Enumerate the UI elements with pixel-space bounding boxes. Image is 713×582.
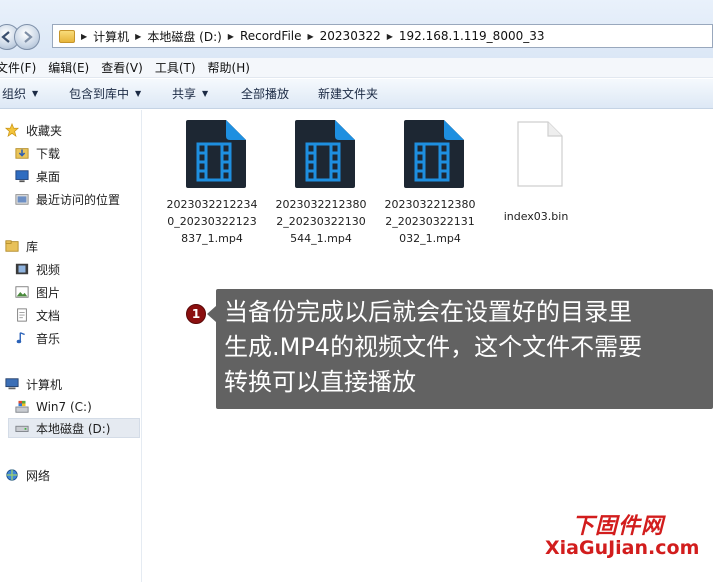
forward-arrow-icon — [24, 31, 33, 43]
chevron-right-icon: ▶ — [135, 31, 142, 41]
nav-music[interactable]: 音乐 — [14, 328, 60, 348]
video-file-icon — [269, 118, 373, 190]
blank-file-icon — [484, 118, 588, 190]
breadcrumb-computer[interactable]: ▶ 计算机 — [75, 25, 129, 47]
desktop-icon — [14, 169, 30, 183]
nav-favorites[interactable]: 收藏夹 — [4, 120, 62, 140]
chevron-right-icon: ▶ — [386, 31, 393, 41]
file-item[interactable]: index03.bin — [484, 118, 588, 225]
video-file-icon — [160, 118, 264, 190]
organize-button[interactable]: 组织 ▼ — [2, 85, 38, 102]
breadcrumb-device[interactable]: ▶ 192.168.1.119_8000_33 — [381, 25, 545, 47]
nav-desktop[interactable]: 桌面 — [14, 166, 60, 186]
nav-libraries[interactable]: 库 — [4, 236, 38, 256]
chevron-right-icon: ▶ — [307, 31, 314, 41]
share-button[interactable]: 共享 ▼ — [172, 85, 208, 102]
chevron-right-icon: ▶ — [227, 31, 234, 41]
nav-network[interactable]: 网络 — [4, 465, 50, 485]
file-name: 2023032212234 0_20230322123 837_1.mp4 — [166, 198, 258, 245]
menu-edit[interactable]: 编辑(E) — [48, 59, 89, 76]
callout-pointer — [207, 306, 216, 322]
star-icon — [4, 122, 20, 137]
file-item[interactable]: 2023032212234 0_20230322123 837_1.mp4 — [160, 118, 264, 247]
document-library-icon — [14, 308, 30, 322]
nav-pictures[interactable]: 图片 — [14, 282, 60, 302]
menu-bar: 文件(F) 编辑(E) 查看(V) 工具(T) 帮助(H) — [0, 58, 713, 78]
nav-downloads[interactable]: 下载 — [14, 143, 60, 163]
nav-videos[interactable]: 视频 — [14, 259, 60, 279]
file-item[interactable]: 2023032212380 2_20230322130 544_1.mp4 — [269, 118, 373, 247]
command-bar: 组织 ▼ 包含到库中 ▼ 共享 ▼ 全部播放 新建文件夹 — [0, 79, 713, 109]
file-item[interactable]: 2023032212380 2_20230322131 032_1.mp4 — [378, 118, 482, 247]
computer-icon — [4, 377, 20, 391]
dropdown-arrow-icon: ▼ — [202, 89, 209, 98]
folder-icon — [59, 29, 75, 43]
video-library-icon — [14, 262, 30, 276]
menu-file[interactable]: 文件(F) — [0, 59, 36, 76]
recent-places-icon — [14, 192, 30, 206]
nav-recent-places[interactable]: 最近访问的位置 — [14, 189, 120, 209]
annotation-callout: 当备份完成以后就会在设置好的目录里 生成.MP4的视频文件，这个文件不需要 转换… — [216, 289, 713, 409]
hard-drive-icon — [14, 421, 30, 435]
forward-button[interactable] — [14, 24, 40, 50]
file-name: 2023032212380 2_20230322130 544_1.mp4 — [275, 198, 367, 245]
network-icon — [4, 468, 20, 482]
nav-computer[interactable]: 计算机 — [4, 374, 62, 394]
breadcrumb-date[interactable]: ▶ 20230322 — [302, 25, 381, 47]
dropdown-arrow-icon: ▼ — [32, 89, 39, 98]
play-all-button[interactable]: 全部播放 — [241, 85, 289, 102]
menu-help[interactable]: 帮助(H) — [208, 59, 250, 76]
address-bar[interactable]: ▶ 计算机 ▶ 本地磁盘 (D:) ▶ RecordFile ▶ 20230322 ▶ 1… — [52, 24, 713, 48]
picture-library-icon — [14, 285, 30, 299]
watermark-logo-text: 下固件网 — [572, 514, 665, 539]
step-number-badge: 1 — [186, 304, 206, 324]
chevron-right-icon: ▶ — [81, 31, 88, 41]
back-arrow-icon — [1, 31, 10, 43]
file-name: index03.bin — [503, 210, 569, 223]
library-icon — [4, 239, 20, 253]
breadcrumb-local-disk[interactable]: ▶ 本地磁盘 (D:) — [129, 25, 222, 47]
menu-view[interactable]: 查看(V) — [101, 59, 143, 76]
dropdown-arrow-icon: ▼ — [135, 89, 142, 98]
navigation-pane: 收藏夹 下载 桌面 最近访问的位置 库 视频 图片 文档 音乐 计算机 Win7… — [0, 110, 142, 582]
nav-drive-c[interactable]: Win7 (C:) — [14, 397, 92, 417]
download-folder-icon — [14, 146, 30, 160]
include-in-library-button[interactable]: 包含到库中 ▼ — [69, 85, 141, 102]
breadcrumb-recordfile[interactable]: ▶ RecordFile — [222, 25, 302, 47]
music-note-icon — [14, 331, 30, 345]
address-row: ▶ 计算机 ▶ 本地磁盘 (D:) ▶ RecordFile ▶ 20230322 ▶ 1… — [0, 0, 713, 58]
file-name: 2023032212380 2_20230322131 032_1.mp4 — [384, 198, 476, 245]
windows-drive-icon — [14, 400, 30, 414]
video-file-icon — [378, 118, 482, 190]
menu-tools[interactable]: 工具(T) — [155, 59, 196, 76]
new-folder-button[interactable]: 新建文件夹 — [318, 85, 378, 102]
nav-drive-d[interactable]: 本地磁盘 (D:) — [8, 418, 140, 438]
watermark-url: XiaGuJian.com — [545, 537, 700, 559]
nav-documents[interactable]: 文档 — [14, 305, 60, 325]
